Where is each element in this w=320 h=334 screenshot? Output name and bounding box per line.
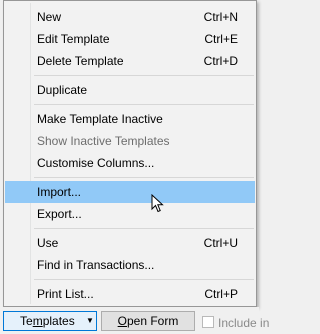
menu-separator — [34, 104, 254, 105]
menu-item-show-inactive-templates: Show Inactive Templates — [5, 130, 255, 152]
templates-context-menu: New Ctrl+N Edit Template Ctrl+E Delete T… — [3, 0, 257, 307]
menu-item-label: Import... — [37, 185, 82, 199]
menu-item-delete-template[interactable]: Delete Template Ctrl+D — [5, 50, 255, 72]
menu-item-shortcut: Ctrl+D — [203, 54, 238, 68]
include-checkbox-label: Include in — [218, 316, 270, 330]
menu-item-label: Delete Template — [37, 54, 124, 68]
menu-item-find-in-transactions[interactable]: Find in Transactions... — [5, 254, 255, 276]
menu-item-shortcut: Ctrl+P — [204, 287, 238, 301]
menu-item-shortcut: Ctrl+E — [204, 32, 238, 46]
triangle-down-icon: ▼ — [86, 316, 94, 325]
menu-separator — [34, 177, 254, 178]
menu-item-label: New — [37, 10, 62, 24]
menu-item-shortcut: Ctrl+N — [203, 10, 238, 24]
menu-item-label: Customise Columns... — [37, 156, 155, 170]
menu-item-use[interactable]: Use Ctrl+U — [5, 232, 255, 254]
menu-item-new[interactable]: New Ctrl+N — [5, 6, 255, 28]
menu-item-edit-template[interactable]: Edit Template Ctrl+E — [5, 28, 255, 50]
templates-button[interactable]: Templates ▼ — [3, 311, 97, 331]
menu-item-label: Show Inactive Templates — [37, 134, 170, 148]
menu-separator — [34, 279, 254, 280]
menu-item-label: Make Template Inactive — [37, 112, 163, 126]
open-form-button[interactable]: Open Form — [101, 311, 195, 331]
menu-item-make-template-inactive[interactable]: Make Template Inactive — [5, 108, 255, 130]
menu-item-import[interactable]: Import... — [5, 181, 255, 203]
menu-separator — [34, 228, 254, 229]
open-form-button-label: Open Form — [117, 314, 179, 328]
arrow-cursor-icon — [151, 194, 164, 213]
menu-item-label: Find in Transactions... — [37, 258, 155, 272]
menu-item-shortcut: Ctrl+U — [203, 236, 238, 250]
bottom-toolbar: Templates ▼ Open Form Include in — [0, 307, 269, 334]
menu-item-label: Edit Template — [37, 32, 110, 46]
menu-item-export[interactable]: Export... — [5, 203, 255, 225]
templates-button-label: Templates — [20, 314, 75, 328]
menu-item-label: Duplicate — [37, 83, 88, 97]
menu-item-label: Print List... — [37, 287, 94, 301]
menu-item-label: Use — [37, 236, 59, 250]
menu-separator — [34, 75, 254, 76]
include-inactive-checkbox[interactable] — [202, 316, 214, 328]
menu-item-duplicate[interactable]: Duplicate — [5, 79, 255, 101]
menu-item-customise-columns[interactable]: Customise Columns... — [5, 152, 255, 174]
menu-item-label: Export... — [37, 207, 82, 221]
menu-item-print-list[interactable]: Print List... Ctrl+P — [5, 283, 255, 305]
